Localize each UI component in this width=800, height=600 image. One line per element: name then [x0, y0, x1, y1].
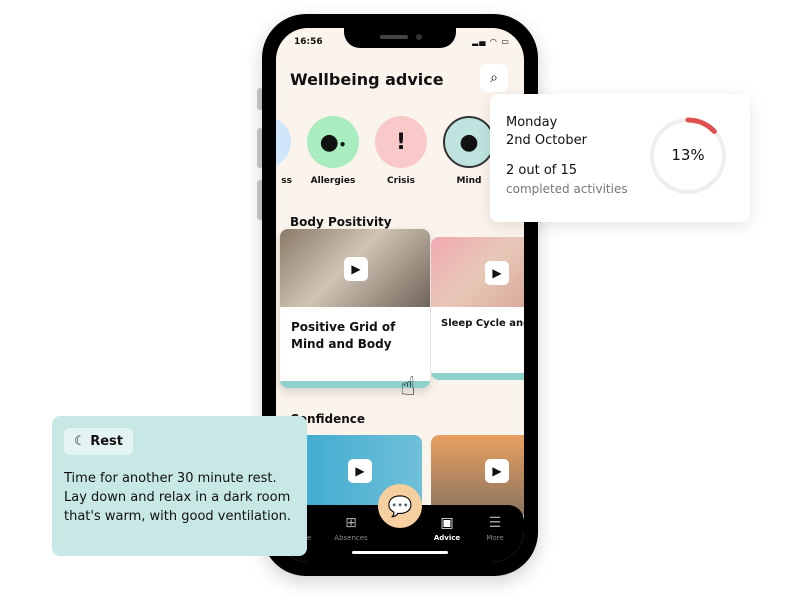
rest-card: ☾ Rest Time for another 30 minute rest. … [52, 416, 307, 556]
category-crisis[interactable]: ! Crisis [374, 116, 428, 186]
video-title: Positive Grid of Mind and Body [291, 320, 396, 352]
nav-more[interactable]: ☰ More [470, 515, 520, 542]
medical-bag-icon: ⊞ [345, 515, 357, 531]
video-card[interactable]: ▶ [431, 435, 524, 515]
exclamation-icon: ! [395, 129, 407, 155]
progress-date: 2nd October [506, 133, 587, 149]
status-time: 16:56 [294, 37, 323, 47]
book-icon: ▣ [440, 515, 454, 531]
menu-icon: ☰ [488, 515, 502, 531]
play-icon[interactable]: ▶ [485, 261, 509, 285]
video-thumbnail: ▶ [280, 229, 430, 307]
phone-screen: 16:56 ▂▄ ◠ ▭ Wellbeing advice ⌕ ss ●• All… [276, 28, 524, 562]
search-button[interactable]: ⌕ [480, 64, 508, 92]
progress-count: 2 out of 15 [506, 163, 578, 179]
rest-text: Time for another 30 minute rest. Lay dow… [64, 471, 292, 524]
head-brain-icon: ● [459, 129, 479, 155]
video-title: Sleep Cycle and Body Positivity [441, 318, 524, 329]
status-icons: ▂▄ ◠ ▭ [472, 37, 510, 46]
progress-percent: 13% [671, 146, 705, 164]
moon-icon: ☾ [74, 434, 91, 449]
page-title: Wellbeing advice [290, 70, 444, 89]
rest-tag: ☾ Rest [64, 428, 133, 455]
video-card[interactable]: ▶ Sleep Cycle and Body Positivity [431, 237, 524, 380]
video-card[interactable]: ▶ Positive Grid of Mind and Body [280, 229, 430, 388]
hand-pointer-icon: ☝ [400, 372, 416, 402]
nav-absences[interactable]: ⊞ Absences [326, 515, 376, 542]
progress-card: Monday 2nd October 2 out of 15 completed… [490, 94, 750, 222]
category-allergies[interactable]: ●• Allergies [306, 116, 360, 186]
home-indicator [352, 551, 448, 554]
chat-bubble-icon: 💬 [387, 494, 413, 518]
nav-advice[interactable]: ▣ Advice [422, 515, 472, 542]
search-icon: ⌕ [490, 70, 498, 86]
notch [344, 28, 456, 48]
video-thumbnail: ▶ [431, 237, 524, 307]
progress-day: Monday [506, 115, 558, 130]
chat-button[interactable]: 💬 [378, 484, 422, 528]
section-title: Body Positivity [290, 215, 392, 229]
bubbles-icon: ●• [319, 129, 347, 155]
category-mind[interactable]: ● Mind [442, 116, 496, 186]
progress-caption: completed activities [506, 181, 628, 196]
play-icon[interactable]: ▶ [485, 459, 509, 483]
play-icon[interactable]: ▶ [348, 459, 372, 483]
play-icon[interactable]: ▶ [344, 257, 368, 281]
category-partial[interactable]: ss [276, 116, 292, 186]
